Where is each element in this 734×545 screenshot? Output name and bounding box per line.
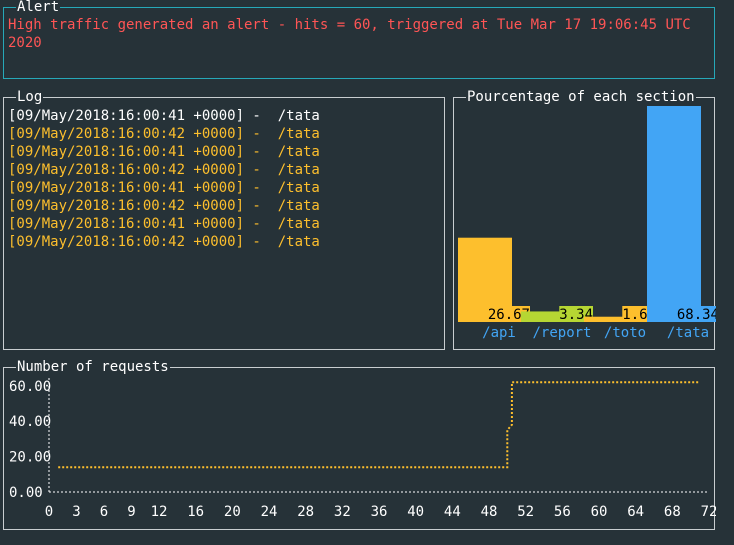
log-line: [09/May/2018:16:00:41 +0000] - /tata [8,216,320,232]
bar-category-label: /toto [604,325,646,341]
alert-message: High traffic generated an alert - hits =… [8,17,700,51]
x-tick-label: 48 [481,504,498,520]
y-tick-label: 40.00 [9,414,51,430]
x-tick-label: 20 [224,504,241,520]
log-list: [09/May/2018:16:00:41 +0000] - /tata [09… [8,107,320,251]
y-tick-label: 20.00 [9,450,51,466]
x-tick-label: 12 [151,504,168,520]
log-line: [09/May/2018:16:00:41 +0000] - /tata [8,180,320,196]
x-tick-label: 32 [334,504,351,520]
x-tick-label: 52 [517,504,534,520]
x-tick-label: 72 [701,504,716,520]
requests-series-line [58,381,700,469]
x-tick-label: 28 [297,504,314,520]
alert-panel-title: Alert [16,0,61,16]
log-line: [09/May/2018:16:00:42 +0000] - /tata [8,162,320,178]
y-tick-label: 60.00 [9,379,51,395]
section-percentage-panel: Pourcentage of each section 26.67/api 3.3… [453,88,716,350]
log-panel[interactable]: Log [09/May/2018:16:00:41 +0000] - /tata… [3,88,445,350]
bar-category-label: /tata [667,325,709,341]
log-line: [09/May/2018:16:00:41 +0000] - /tata [8,144,320,160]
x-tick-label: 44 [444,504,461,520]
bar-category-label: /report [532,325,591,341]
requests-panel: Number of requests 60.00 40.00 20.00 0.00 0 3… [3,358,716,530]
x-tick-label: 0 [45,504,53,520]
log-panel-title: Log [16,88,44,106]
x-tick-label: 56 [554,504,571,520]
x-tick-label: 64 [627,504,644,520]
x-tick-label: 9 [127,504,135,520]
bar-value-label: 68.34 [677,307,716,323]
alert-panel: Alert High traffic generated an alert - … [3,0,715,79]
log-line: [09/May/2018:16:00:42 +0000] - /tata [8,126,320,142]
x-tick-label: 3 [72,504,80,520]
x-tick-label: 36 [371,504,388,520]
log-line: [09/May/2018:16:00:42 +0000] - /tata [8,198,320,214]
x-tick-label: 6 [100,504,108,520]
x-tick-label: 40 [407,504,424,520]
section-bar-chart: 26.67/api3.34/report1.67/toto68.34/tata [458,106,716,341]
x-tick-label: 68 [664,504,681,520]
x-tick-label: 24 [261,504,278,520]
x-tick-label: 16 [187,504,204,520]
x-tick-label: 60 [591,504,608,520]
y-tick-label: 0.00 [9,485,43,501]
log-line: [09/May/2018:16:00:41 +0000] - /tata [8,108,320,124]
bar-tata [647,106,701,322]
log-line: [09/May/2018:16:00:42 +0000] - /tata [8,234,320,250]
bar-category-label: /api [482,325,516,341]
requests-line-chart: 60.0040.0020.000.000 3 6 9 12 16 20 24 28 32 36 40 4… [9,377,716,520]
